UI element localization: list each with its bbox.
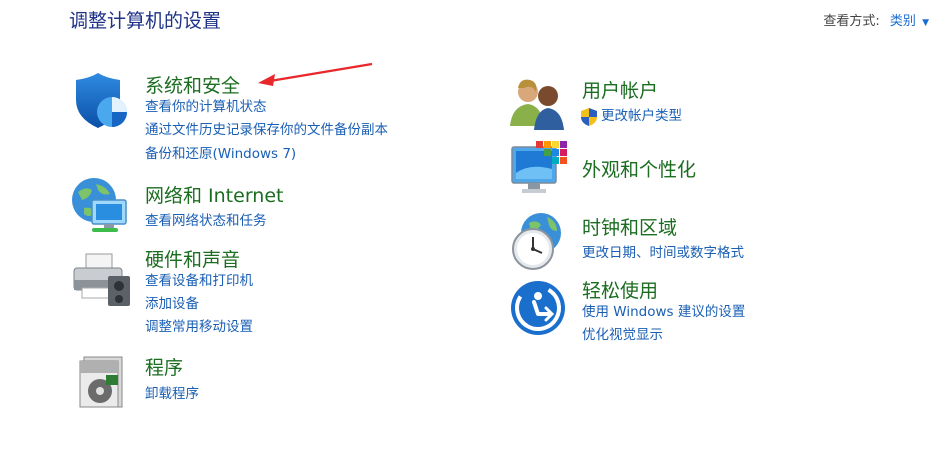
category-network-internet[interactable]: 网络和 Internet [145,181,283,208]
view-by: 查看方式: 类别 ▼ [823,10,929,29]
link-date-time-format[interactable]: 更改日期、时间或数字格式 [582,245,744,262]
link-change-account-type[interactable]: 更改帐户类型 [601,108,682,125]
users-icon[interactable] [510,78,566,130]
link-devices-printers[interactable]: 查看设备和打印机 [145,273,253,290]
view-by-label: 查看方式: [823,14,880,29]
chevron-down-icon[interactable]: ▼ [922,18,929,28]
category-system-security[interactable]: 系统和安全 [145,71,240,98]
link-mobility-settings[interactable]: 调整常用移动设置 [145,319,253,336]
clock-globe-icon[interactable] [507,211,569,271]
link-view-computer-status[interactable]: 查看你的计算机状态 [145,99,267,116]
category-clock-region[interactable]: 时钟和区域 [582,213,677,240]
ease-of-access-icon[interactable] [510,280,566,336]
printer-icon[interactable] [70,250,132,310]
shield-icon[interactable] [72,72,130,130]
link-optimize-visual[interactable]: 优化视觉显示 [582,327,663,344]
category-appearance[interactable]: 外观和个性化 [582,155,696,182]
link-uninstall-program[interactable]: 卸载程序 [145,386,199,403]
link-recommended-settings[interactable]: 使用 Windows 建议的设置 [582,304,745,321]
programs-icon[interactable] [76,355,128,409]
appearance-icon[interactable] [510,141,570,197]
link-backup-restore[interactable]: 备份和还原(Windows 7) [145,146,296,163]
link-file-history[interactable]: 通过文件历史记录保存你的文件备份副本 [145,122,388,139]
view-by-dropdown[interactable]: 类别 [890,14,916,29]
network-icon[interactable] [70,178,132,236]
page-title: 调整计算机的设置 [69,10,222,32]
category-user-accounts[interactable]: 用户帐户 [582,76,658,103]
uac-shield-icon [581,108,597,126]
link-network-status[interactable]: 查看网络状态和任务 [145,213,267,230]
annotation-arrow [258,62,373,86]
link-add-device[interactable]: 添加设备 [145,296,199,313]
category-ease-of-access[interactable]: 轻松使用 [582,276,658,303]
category-hardware-sound[interactable]: 硬件和声音 [145,245,240,272]
category-programs[interactable]: 程序 [145,353,183,380]
